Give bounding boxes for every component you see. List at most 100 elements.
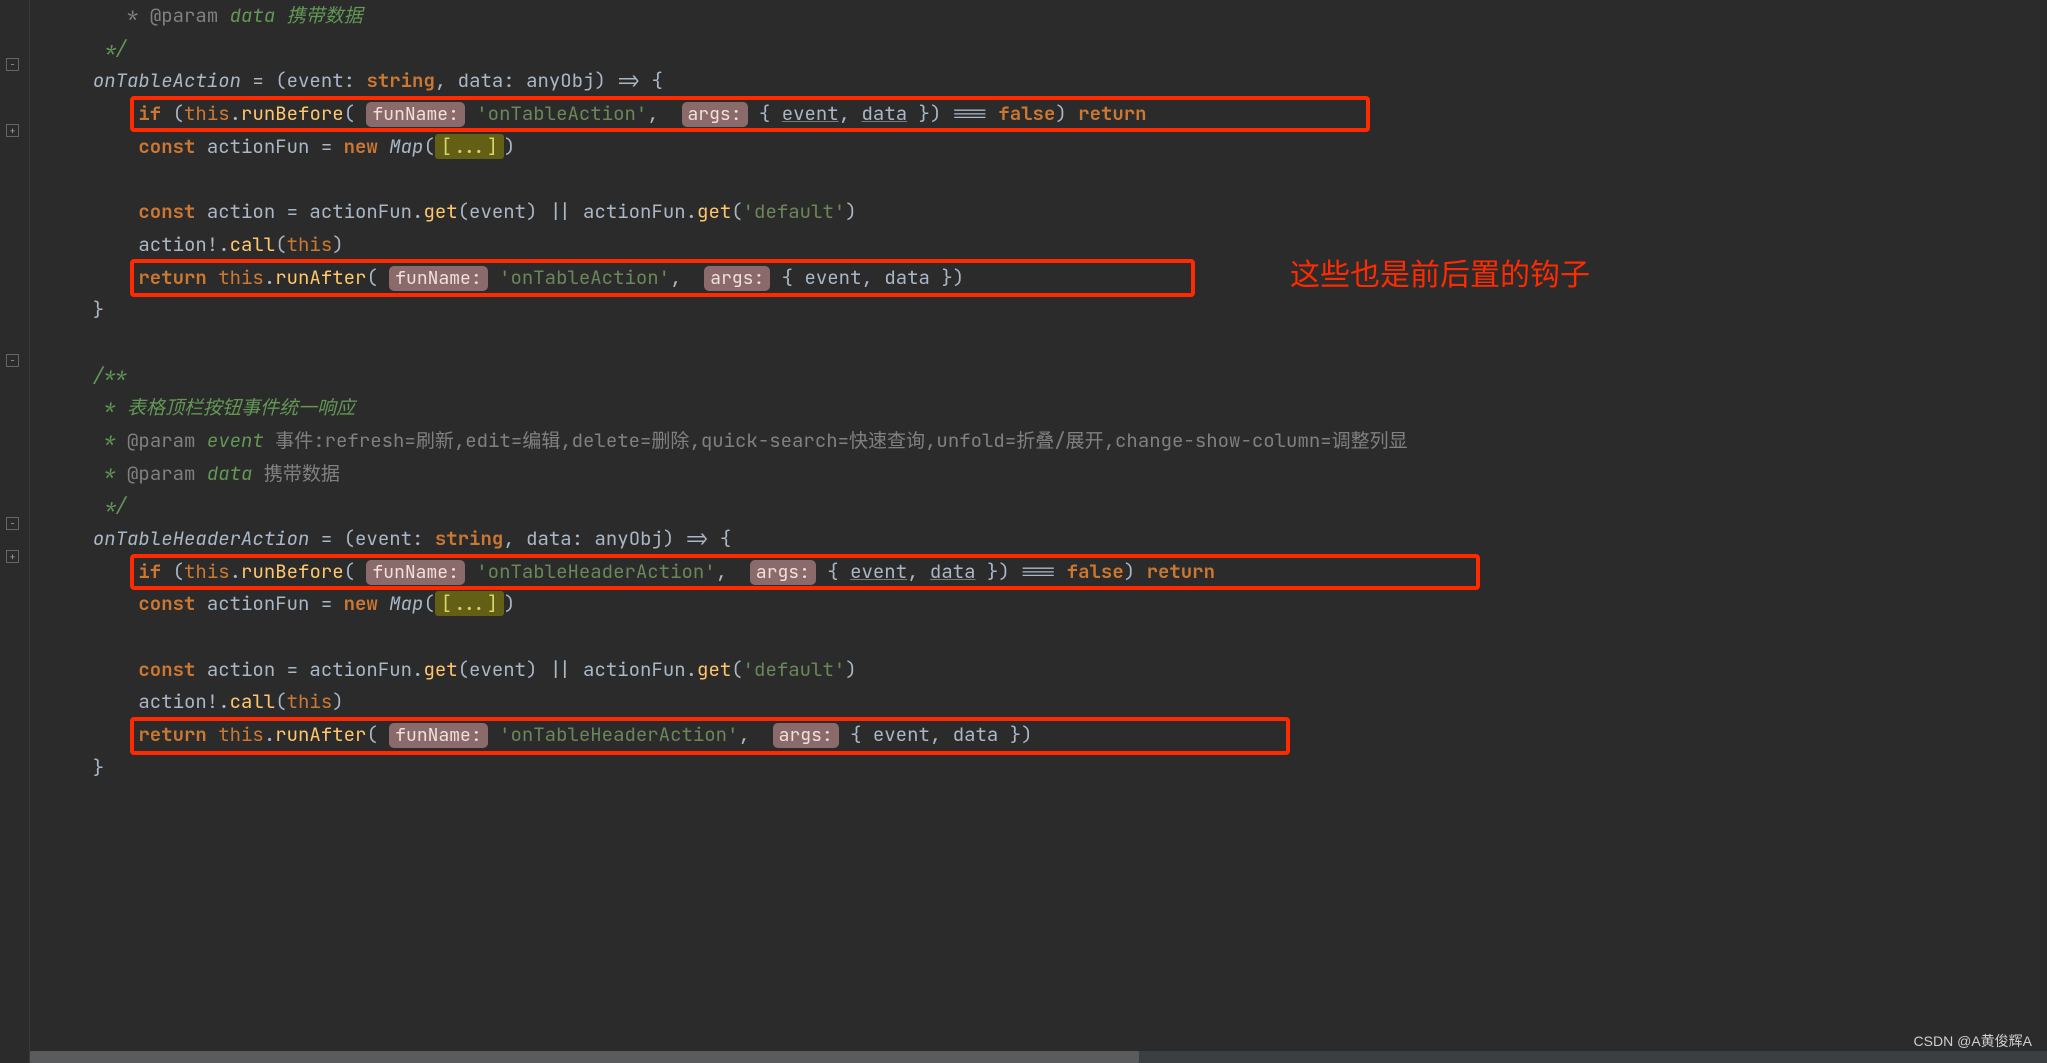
code-text: 'onTableHeaderAction' — [499, 722, 738, 747]
code-text: ( — [344, 101, 367, 126]
code-text: ) => { — [663, 526, 731, 551]
code-text: 'default' — [743, 199, 846, 224]
code-text: data — [930, 559, 976, 584]
code-text: . — [230, 101, 241, 126]
code-text: : — [412, 526, 435, 551]
code-text: event — [873, 722, 930, 747]
code-text: action = actionFun. — [195, 199, 423, 224]
code-text: get — [423, 199, 457, 224]
watermark: CSDN @A黄俊辉A — [1914, 1025, 2032, 1058]
code-text: get — [423, 657, 457, 682]
code-text: /** — [70, 363, 127, 388]
code-text: event — [287, 68, 344, 93]
code-text: runAfter — [275, 265, 366, 290]
code-text: this — [184, 101, 230, 126]
scrollbar-thumb[interactable] — [30, 1051, 1139, 1063]
code-text: * — [70, 3, 150, 28]
code-text: { — [770, 265, 804, 290]
code-text: ( — [161, 101, 184, 126]
code-text: return — [1078, 101, 1146, 126]
code-text: ) — [845, 199, 856, 224]
code-text: ( — [423, 591, 434, 616]
fold-marker-icon[interactable]: + — [6, 124, 19, 137]
code-text: ) — [1055, 101, 1078, 126]
code-text: onTableAction — [70, 68, 241, 93]
code-text: ) => { — [595, 68, 663, 93]
code-text: call — [230, 689, 276, 714]
code-text: runBefore — [241, 559, 344, 584]
code-area[interactable]: * @param data 携带数据 */ onTableAction = (e… — [30, 0, 2047, 1063]
code-text: */ — [70, 36, 127, 61]
code-editor: − + − − + * @param data 携带数据 */ onTableA… — [0, 0, 2047, 1063]
code-text: ( — [161, 559, 184, 584]
code-text: data — [884, 265, 930, 290]
inlay-hint: funName: — [389, 723, 487, 748]
code-text — [488, 265, 499, 290]
inlay-hint: args: — [704, 266, 770, 291]
folded-region[interactable]: [...] — [435, 134, 504, 159]
code-text: * 表格顶栏按钮事件统一响应 — [70, 395, 355, 420]
code-text: event — [195, 428, 275, 453]
code-text: , — [647, 101, 681, 126]
code-text: 事件:refresh=刷新,edit=编辑,delete=删除,quick-se… — [275, 428, 1407, 453]
code-text — [70, 199, 138, 224]
code-text: } — [70, 755, 104, 780]
code-text: ) — [332, 232, 343, 257]
annotation-text: 这些也是前后置的钩子 — [1290, 260, 1590, 293]
code-text: . — [264, 265, 275, 290]
folded-region[interactable]: [...] — [435, 591, 504, 616]
code-text: . — [230, 559, 241, 584]
fold-marker-icon[interactable]: + — [6, 550, 19, 563]
code-text: , — [839, 101, 862, 126]
code-text: 'onTableHeaderAction' — [476, 559, 715, 584]
code-text — [465, 101, 476, 126]
code-text — [70, 134, 138, 159]
code-text: , — [738, 722, 772, 747]
code-text: (event) || actionFun. — [458, 657, 697, 682]
code-text: : — [344, 68, 367, 93]
code-text: Map — [378, 134, 424, 159]
code-text: */ — [70, 493, 127, 518]
code-text: 携带数据 — [264, 461, 340, 486]
code-text: ( — [344, 559, 367, 584]
code-text: return — [138, 265, 206, 290]
code-text: this — [287, 232, 333, 257]
code-text: const — [138, 134, 195, 159]
fold-marker-icon[interactable]: − — [6, 354, 19, 367]
code-text: runAfter — [275, 722, 366, 747]
code-text: new — [344, 591, 378, 616]
code-text: 'default' — [743, 657, 846, 682]
code-text — [488, 722, 499, 747]
code-text: ) — [332, 689, 343, 714]
code-text: }) === — [907, 101, 998, 126]
code-text: const — [138, 657, 195, 682]
code-text: this — [184, 559, 230, 584]
code-text: if — [138, 101, 161, 126]
code-text: { — [816, 559, 850, 584]
code-text: data — [526, 526, 572, 551]
code-text: get — [697, 657, 731, 682]
code-text: ( — [423, 134, 434, 159]
code-text: 'onTableAction' — [476, 101, 647, 126]
code-text — [465, 559, 476, 584]
code-text: ) — [845, 657, 856, 682]
code-text: data — [218, 3, 275, 28]
horizontal-scrollbar[interactable] — [30, 1051, 2047, 1063]
code-text: ) — [1124, 559, 1147, 584]
inlay-hint: funName: — [366, 102, 464, 127]
code-text: { — [839, 722, 873, 747]
code-text: this — [218, 722, 264, 747]
fold-marker-icon[interactable]: − — [6, 517, 19, 530]
code-text: this — [287, 689, 333, 714]
code-text: data — [195, 461, 263, 486]
code-text: new — [344, 134, 378, 159]
code-text: @param — [127, 461, 195, 486]
code-text: action!. — [70, 689, 230, 714]
code-text: Map — [378, 591, 424, 616]
fold-marker-icon[interactable]: − — [6, 58, 19, 71]
code-text: { — [748, 101, 782, 126]
code-text: data — [458, 68, 504, 93]
code-text: , — [862, 265, 885, 290]
code-text: 'onTableAction' — [499, 265, 670, 290]
code-text: event — [355, 526, 412, 551]
